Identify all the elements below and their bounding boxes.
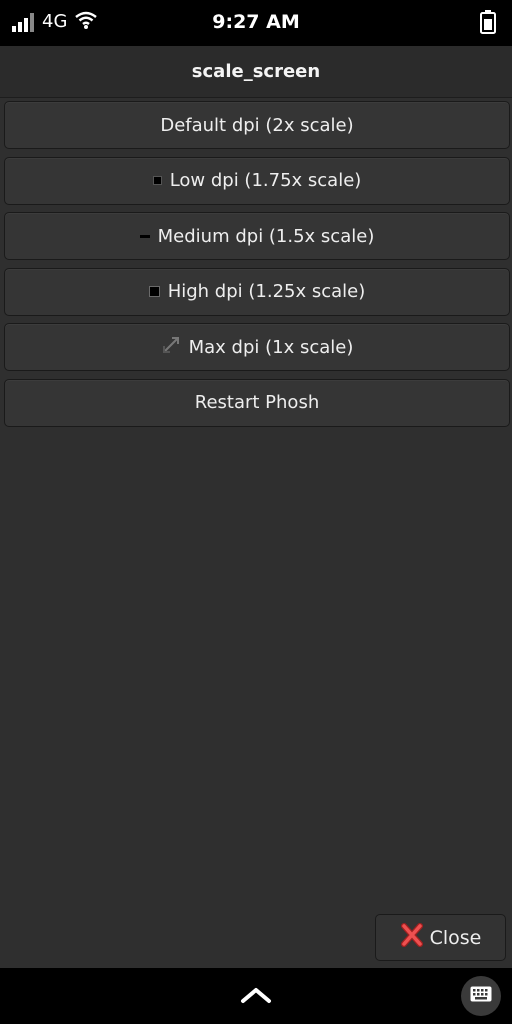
- button-label: Default dpi (2x scale): [160, 114, 354, 136]
- button-label: Max dpi (1x scale): [188, 336, 354, 358]
- button-label: High dpi (1.25x scale): [167, 281, 366, 302]
- dash-icon: [139, 234, 150, 238]
- close-button[interactable]: Close: [375, 914, 506, 961]
- button-label: Low dpi (1.75x scale): [169, 170, 362, 191]
- small-square-icon: [152, 176, 162, 185]
- close-label: Close: [429, 926, 482, 949]
- clock: 9:27 AM: [212, 11, 300, 33]
- app-header: scale_screen: [0, 46, 512, 98]
- keyboard-toggle-button[interactable]: [461, 976, 501, 1016]
- square-icon: [148, 286, 160, 297]
- button-label: Medium dpi (1.5x scale): [157, 225, 375, 247]
- keyboard-icon: [470, 986, 492, 1006]
- default-dpi-button[interactable]: Default dpi (2x scale): [4, 101, 510, 149]
- page-title: scale_screen: [191, 61, 321, 82]
- red-x-icon: [400, 922, 424, 953]
- status-bar: 4G 9:27 AM: [0, 0, 512, 46]
- battery-icon: [480, 10, 496, 38]
- button-label: Restart Phosh: [194, 392, 320, 413]
- low-dpi-button[interactable]: Low dpi (1.75x scale): [4, 156, 510, 205]
- expand-icon: [161, 335, 181, 360]
- restart-phosh-button[interactable]: Restart Phosh: [4, 378, 510, 427]
- high-dpi-button[interactable]: High dpi (1.25x scale): [4, 267, 510, 316]
- medium-dpi-button[interactable]: Medium dpi (1.5x scale): [4, 212, 510, 260]
- max-dpi-button[interactable]: Max dpi (1x scale): [4, 323, 510, 371]
- option-list: Default dpi (2x scale) Low dpi (1.75x sc…: [4, 101, 510, 434]
- chevron-up-icon[interactable]: [240, 986, 272, 1008]
- bottom-bar: [0, 968, 512, 1024]
